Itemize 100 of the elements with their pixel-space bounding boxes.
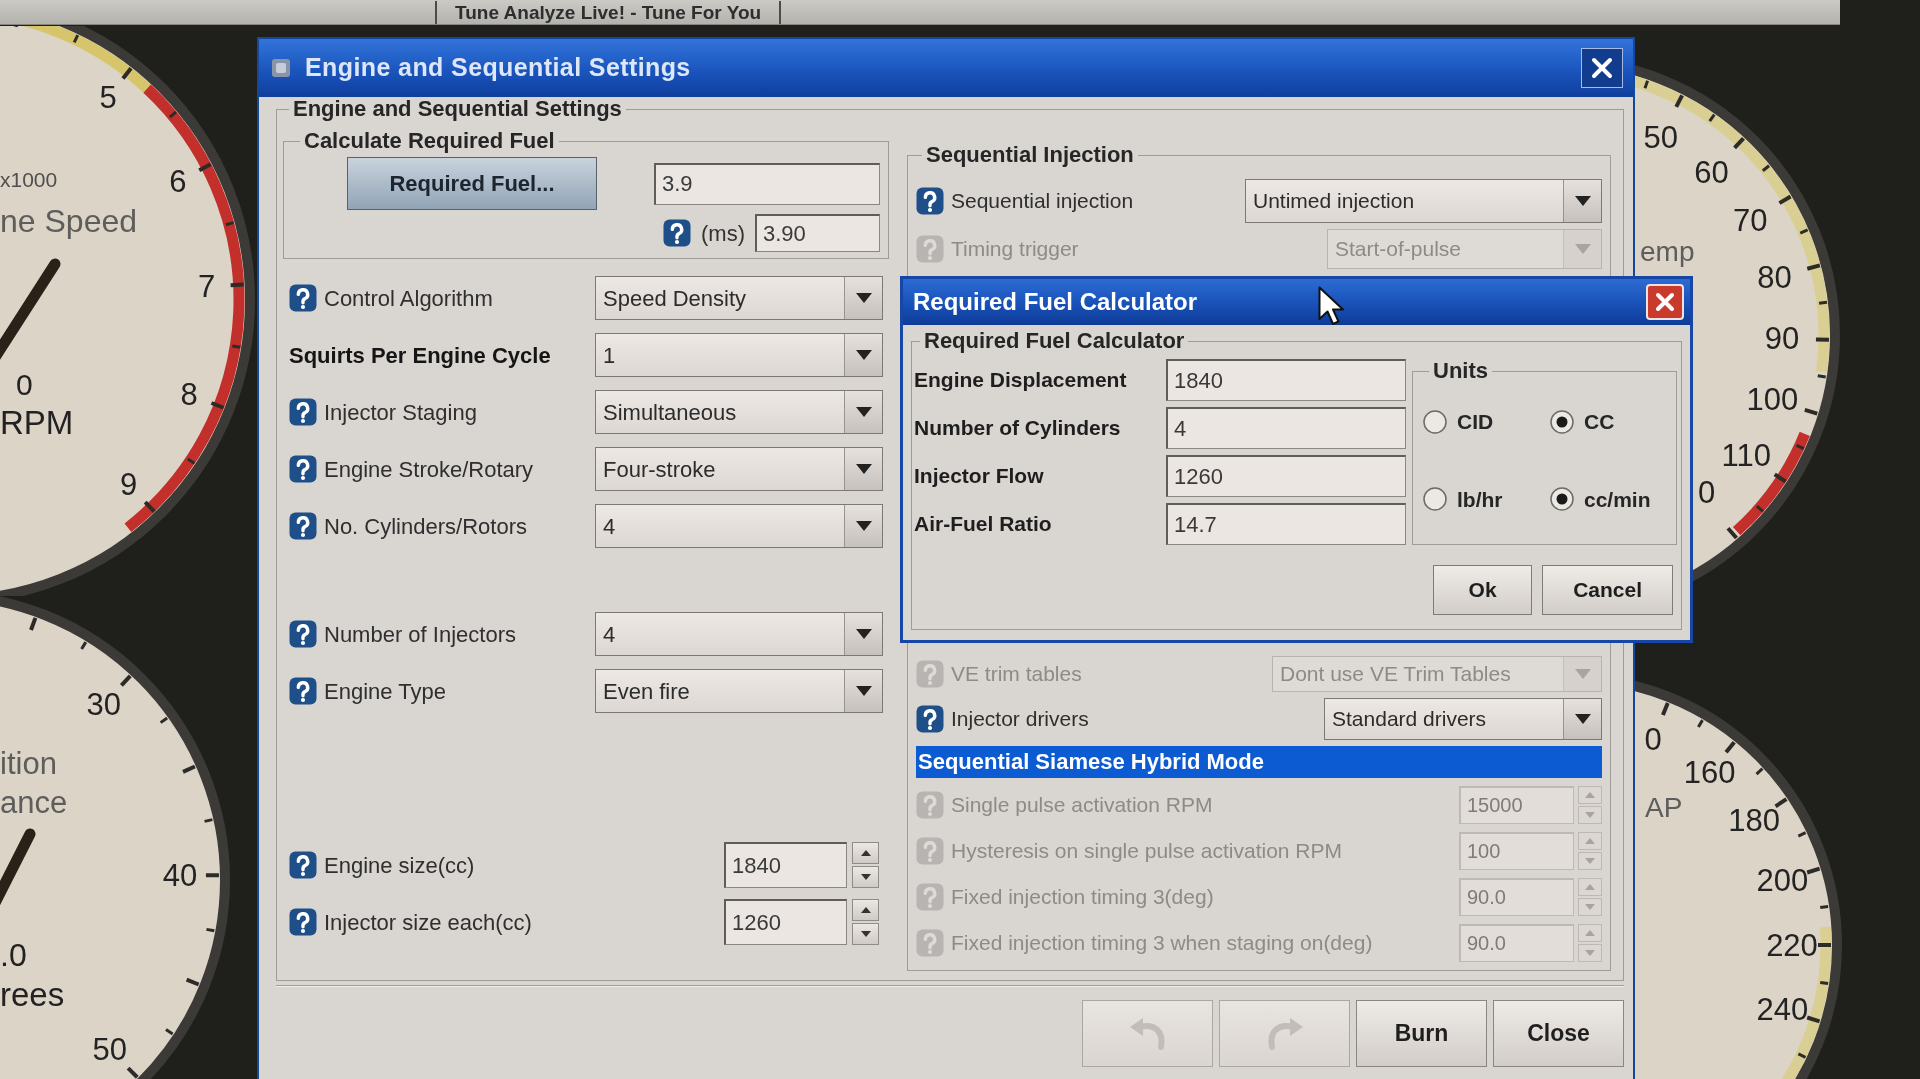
tick-mark [165,1028,174,1036]
close-icon [1655,292,1675,312]
help-icon[interactable] [916,705,944,733]
tick-mark [1820,904,1829,910]
tick-mark [1778,194,1792,205]
caret-icon [855,629,872,639]
gauge-scale-label: 200 [1756,862,1809,898]
gauge-caption: .0 [0,936,27,973]
tick-mark [1697,719,1704,728]
field-label: Engine Type [324,677,446,706]
tick-mark [1797,831,1807,838]
dropdown[interactable]: Speed Density [595,276,883,320]
text-field[interactable]: 1840 [1166,359,1406,401]
field-label: Timing trigger [951,236,1079,263]
radio-button[interactable] [1423,487,1447,512]
dialog-button[interactable]: Close [1493,1000,1624,1067]
text-field[interactable]: 3.90 [755,214,880,252]
radio-option[interactable]: cc/min [1550,483,1668,515]
spin-up-button[interactable] [852,842,879,864]
close-button[interactable] [1581,48,1623,88]
tick-mark [210,401,225,410]
dialog-button[interactable]: Burn [1356,1000,1487,1067]
tick-mark [80,641,88,650]
help-icon[interactable] [289,851,317,879]
radio-button[interactable] [1423,409,1447,434]
help-icon[interactable] [289,620,317,648]
field-label: Hysteresis on single pulse activation RPM [951,838,1342,865]
field-label: Fixed injection timing 3 when staging on(deg) [951,930,1373,957]
dropdown[interactable]: 1 [595,333,883,377]
down-triangle-icon [1585,812,1595,818]
required-fuel-button[interactable]: Required Fuel... [347,157,597,210]
tick-mark [204,818,213,823]
tick-mark [72,34,80,44]
number-field[interactable]: 1260 [724,899,847,945]
dropdown[interactable]: Even fire [595,669,883,713]
window-title: Engine and Sequential Settings [305,52,691,84]
tick-mark [1795,443,1805,451]
gauge-caption: 0 [1698,474,1716,510]
gauge-scale-label: 30 [86,687,121,722]
number-field[interactable]: 1840 [724,842,847,888]
help-icon[interactable] [289,908,317,936]
tick-mark [1804,407,1818,416]
tick-mark [143,500,156,513]
spin-down-button[interactable] [852,923,879,945]
radio-button[interactable] [1550,487,1574,512]
spin-up-button[interactable] [852,899,879,921]
gauge-caption: AP [1645,792,1683,824]
gauge-scale-label: 180 [1728,803,1780,839]
tick-mark [1761,164,1770,172]
field-label: Injector size each(cc) [324,908,532,937]
tick-mark [1726,526,1738,540]
radio-option[interactable]: CC [1550,406,1668,438]
window-tab[interactable]: Tune Analyze Live! - Tune For You [435,1,782,24]
dialog-button[interactable]: Cancel [1542,565,1673,615]
caret-icon [855,464,872,474]
help-icon[interactable] [289,512,317,540]
field-label: Engine Displacement [914,367,1128,394]
tick-mark [1733,136,1745,150]
gauge-caption: emp [1640,236,1695,268]
dialog-button[interactable]: Ok [1433,565,1533,615]
radio-button[interactable] [1550,409,1574,434]
help-icon[interactable] [289,677,317,705]
tick-mark [1818,943,1831,947]
gauge-scale-label: 0 [1644,721,1662,757]
gauge-scale-label: 60 [1694,155,1729,191]
tick-mark [230,282,244,288]
gauge-scale-label: 90 [1764,321,1800,357]
dropdown[interactable]: 4 [595,504,883,548]
help-icon[interactable] [663,219,691,247]
field-label: Fixed injection timing 3(deg) [951,884,1214,911]
tick-mark [1806,263,1821,271]
dropdown[interactable]: Untimed injection [1245,179,1602,223]
help-icon[interactable] [289,455,317,483]
help-icon[interactable] [916,187,944,215]
tick-mark [121,67,133,80]
caret-icon [855,407,872,417]
dropdown[interactable]: Four-stroke [595,447,883,491]
field-label: Number of Cylinders [914,415,1122,442]
tick-mark [1661,702,1670,716]
text-field[interactable]: 4 [1166,407,1406,449]
up-triangle-icon [1585,838,1595,844]
dropdown[interactable]: Simultaneous [595,390,883,434]
dropdown[interactable]: 4 [595,612,883,656]
text-field[interactable]: 3.9 [654,162,880,205]
gauge-scale-label: 9 [119,467,138,503]
text-field[interactable]: 1260 [1166,455,1406,497]
help-icon[interactable] [289,398,317,426]
tick-mark [1820,980,1829,986]
up-triangle-icon [1585,884,1595,890]
tick-mark [1806,1015,1821,1024]
text-field[interactable]: 14.7 [1166,503,1406,545]
dropdown[interactable]: Standard drivers [1324,698,1602,740]
tick-mark [185,977,200,987]
radio-option[interactable]: CID [1423,406,1550,438]
radio-option[interactable]: lb/hr [1423,483,1550,515]
tick-mark [1815,337,1829,342]
help-icon[interactable] [289,284,317,312]
tick-mark [1708,113,1716,123]
spin-down-button[interactable] [852,866,879,888]
gauge-scale-label: 5 [99,80,117,115]
